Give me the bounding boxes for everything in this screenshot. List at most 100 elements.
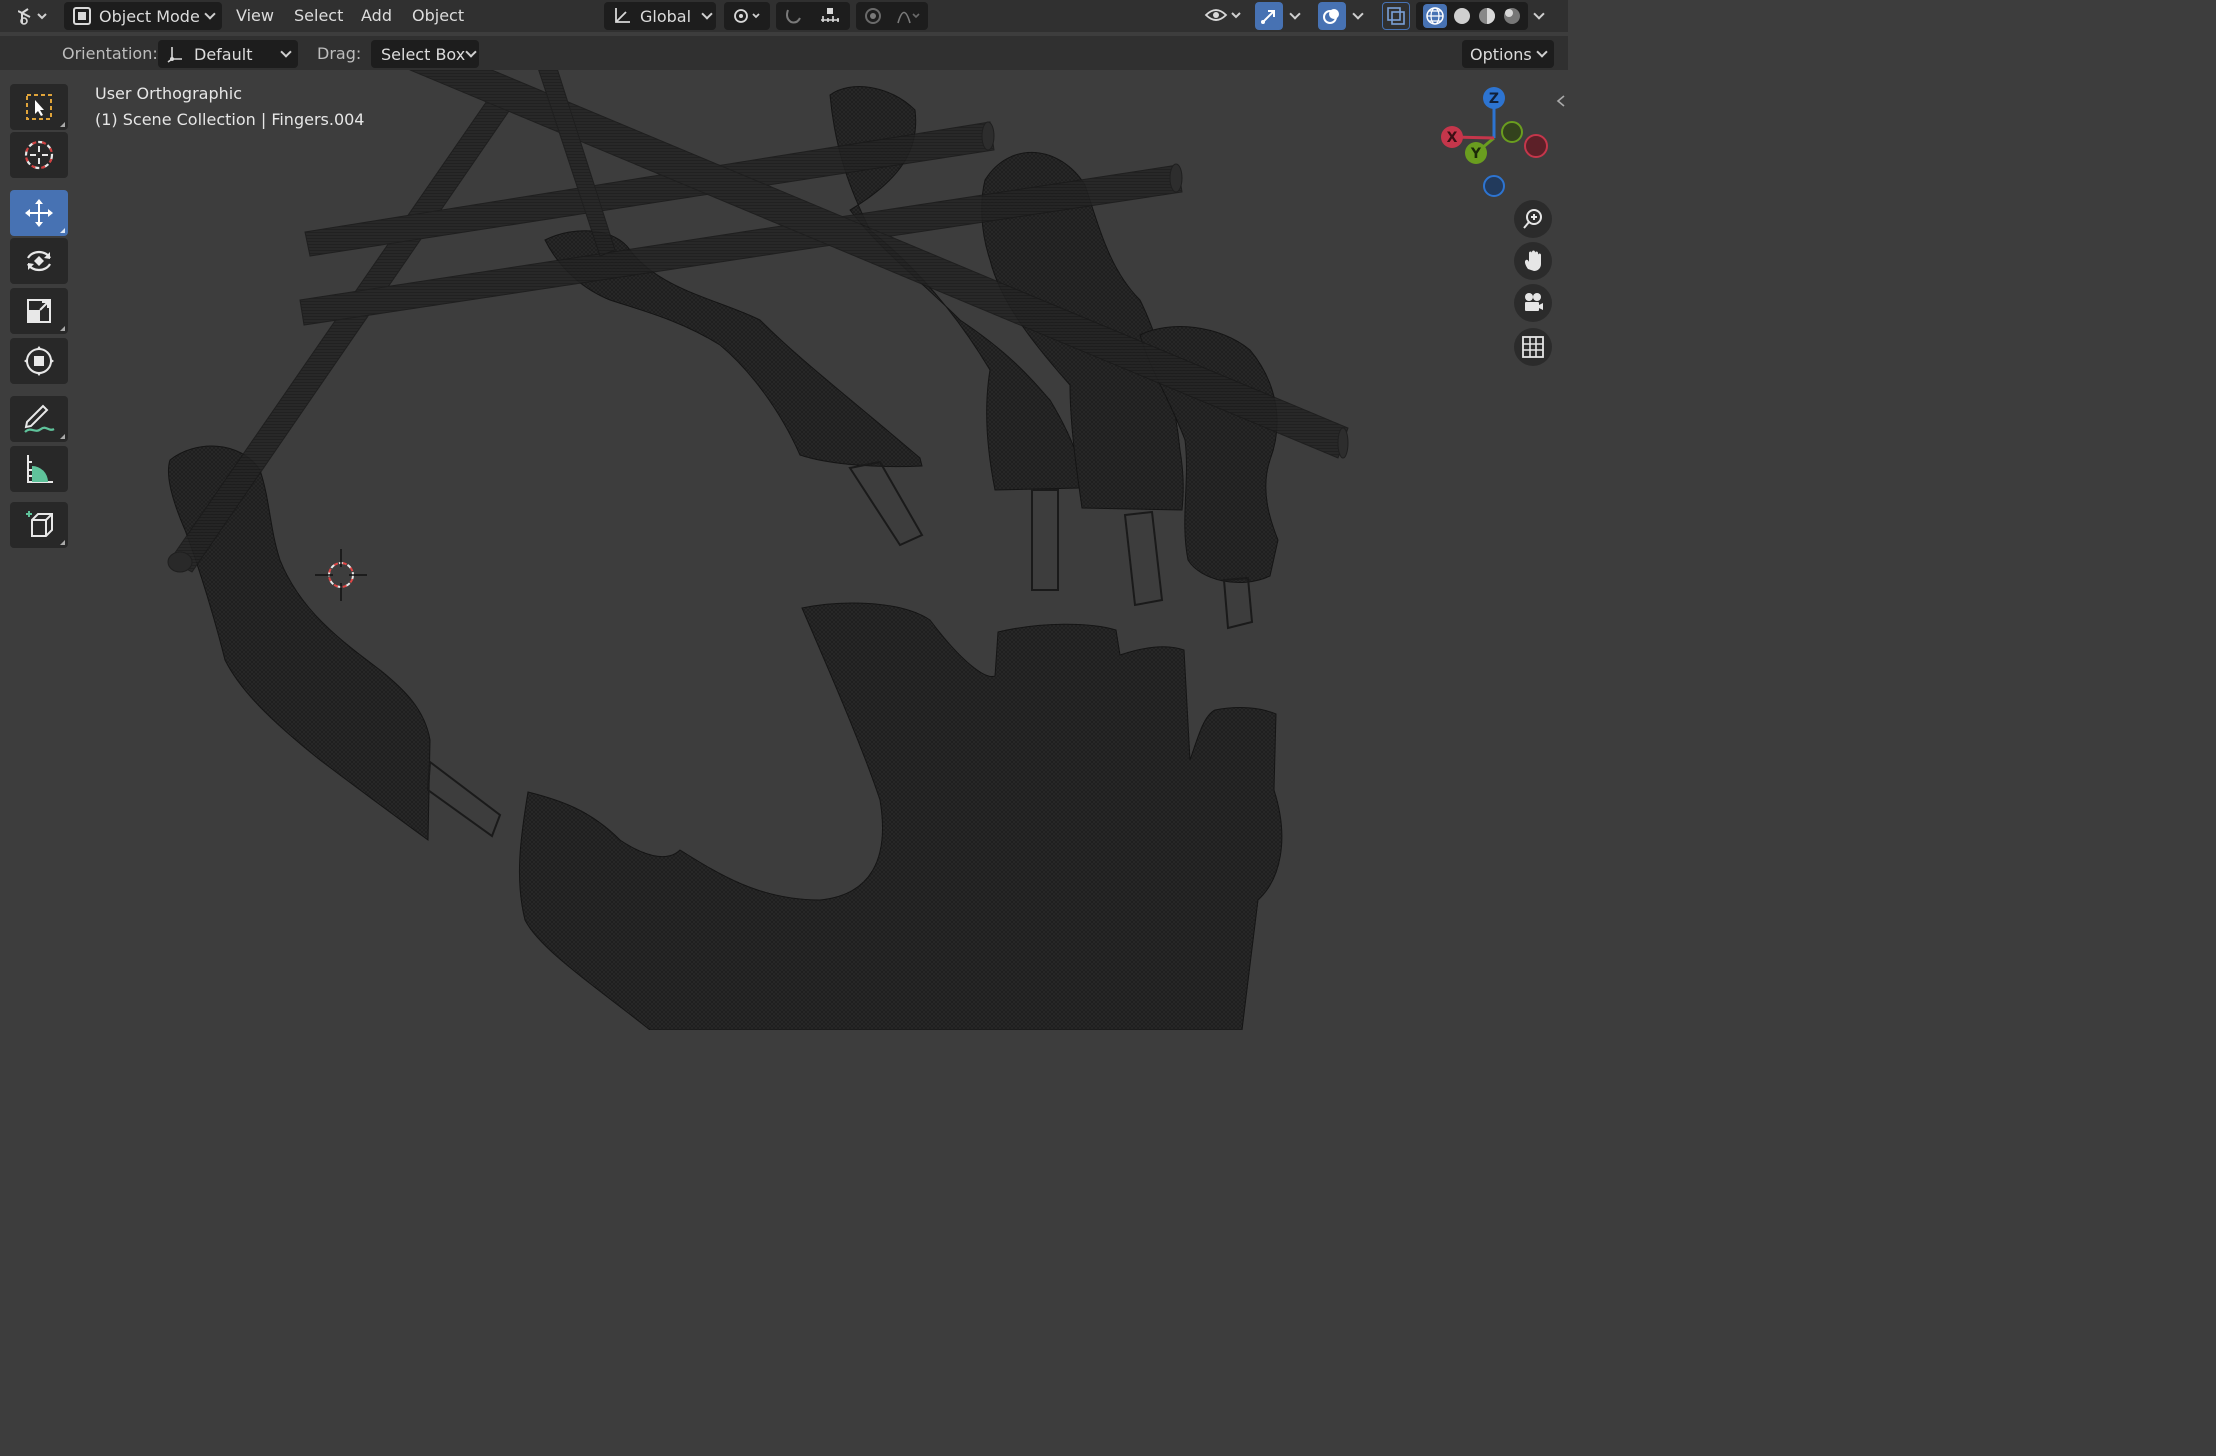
perspective-toggle-button[interactable] bbox=[1514, 328, 1552, 366]
xray-icon bbox=[1387, 7, 1405, 25]
snap-increment-icon bbox=[821, 8, 839, 22]
grid-icon bbox=[1522, 336, 1544, 358]
rotate-icon bbox=[27, 250, 51, 272]
menu-view[interactable]: View bbox=[236, 6, 274, 25]
finger-pinky-bone bbox=[1222, 576, 1254, 630]
scale-icon bbox=[27, 299, 51, 323]
viewport-header: Object Mode View Select Add Object Globa… bbox=[0, 0, 1568, 32]
overlay-toggle[interactable] bbox=[1318, 2, 1346, 30]
overlay-dropdown[interactable] bbox=[1346, 2, 1370, 30]
solid-shading-icon[interactable] bbox=[1452, 6, 1472, 26]
editor-type-icon bbox=[18, 8, 47, 25]
gizmo-icon bbox=[1261, 10, 1275, 24]
finger-index-bone bbox=[848, 460, 924, 547]
proportional-edit-icon bbox=[864, 8, 881, 24]
chevron-down-icon bbox=[465, 46, 477, 58]
neg-y-axis-handle bbox=[1501, 121, 1523, 143]
gizmo-toggle[interactable] bbox=[1255, 2, 1283, 30]
finger-middle-bone bbox=[1031, 489, 1059, 591]
mode-dropdown[interactable]: Object Mode bbox=[64, 2, 222, 30]
select-box-icon bbox=[26, 94, 52, 120]
cursor-icon bbox=[24, 140, 54, 170]
sidebar-toggle-icon[interactable] bbox=[1556, 94, 1566, 108]
measure-tool[interactable] bbox=[10, 446, 68, 492]
zoom-icon bbox=[1523, 209, 1542, 229]
camera-view-button[interactable] bbox=[1514, 284, 1552, 322]
orientation-dropdown[interactable]: Default bbox=[158, 40, 298, 68]
z-axis-handle: Z bbox=[1483, 87, 1505, 109]
orientation-axes-icon bbox=[615, 8, 630, 23]
xray-toggle[interactable] bbox=[1382, 2, 1410, 30]
chevron-down-icon bbox=[1533, 8, 1545, 20]
mode-label: Object Mode bbox=[99, 6, 200, 26]
chevron-down-icon bbox=[701, 8, 713, 20]
orientation-gizmo-icon bbox=[167, 47, 182, 63]
chevron-down-icon bbox=[1536, 46, 1548, 58]
add-cube-icon bbox=[26, 511, 53, 537]
pivot-icon bbox=[734, 9, 760, 23]
add-cube-tool[interactable] bbox=[10, 502, 68, 548]
neg-x-axis-handle bbox=[1524, 134, 1548, 158]
transform-icon bbox=[24, 346, 54, 376]
material-shading-icon[interactable] bbox=[1477, 6, 1497, 26]
falloff-curve-icon bbox=[896, 11, 920, 24]
camera-icon bbox=[1525, 293, 1543, 311]
rotate-tool[interactable] bbox=[10, 238, 68, 284]
gizmo-dropdown[interactable] bbox=[1283, 2, 1307, 30]
menu-add[interactable]: Add bbox=[361, 6, 392, 25]
pan-button[interactable] bbox=[1514, 242, 1552, 280]
measure-icon bbox=[27, 455, 53, 483]
transform-orientation-label: Global bbox=[640, 6, 692, 26]
svg-text:Z: Z bbox=[1489, 91, 1499, 107]
annotate-tool[interactable] bbox=[10, 396, 68, 442]
3d-viewport[interactable]: User Orthographic (1) Scene Collection |… bbox=[0, 70, 1568, 1030]
hand-icon bbox=[1524, 250, 1541, 271]
3d-cursor bbox=[315, 549, 367, 601]
wireframe-shading-icon bbox=[1425, 7, 1444, 25]
visibility-icon bbox=[1204, 9, 1241, 21]
options-dropdown[interactable]: Options bbox=[1462, 40, 1554, 68]
visibility-dropdown[interactable] bbox=[1202, 2, 1246, 30]
object-mode-icon bbox=[73, 7, 91, 25]
orientation-label: Orientation: bbox=[62, 44, 158, 63]
drag-label: Drag: bbox=[317, 44, 362, 63]
select-box-tool[interactable] bbox=[10, 84, 68, 130]
editor-type-button[interactable] bbox=[10, 2, 56, 30]
svg-text:Y: Y bbox=[1470, 146, 1482, 162]
svg-text:X: X bbox=[1447, 130, 1458, 146]
transform-orientation-dropdown[interactable]: Global bbox=[604, 2, 716, 30]
orientation-value: Default bbox=[194, 44, 253, 64]
pivot-point-dropdown[interactable] bbox=[724, 2, 770, 30]
finger-ring-bone bbox=[1123, 510, 1164, 607]
shading-mode-group[interactable] bbox=[1416, 2, 1528, 30]
magnet-icon bbox=[786, 9, 801, 24]
menu-select[interactable]: Select bbox=[294, 6, 343, 25]
drag-value: Select Box bbox=[381, 44, 466, 64]
options-label: Options bbox=[1470, 44, 1532, 64]
transform-tool[interactable] bbox=[10, 338, 68, 384]
wireframe-shading-button[interactable] bbox=[1422, 4, 1447, 28]
thumb-bone bbox=[426, 760, 502, 838]
move-tool[interactable] bbox=[10, 190, 68, 236]
snapping-group[interactable] bbox=[776, 2, 850, 30]
shading-dropdown[interactable] bbox=[1528, 2, 1550, 30]
drag-dropdown[interactable]: Select Box bbox=[371, 40, 479, 68]
move-icon bbox=[25, 199, 53, 227]
chevron-down-icon bbox=[204, 8, 216, 20]
chevron-down-icon bbox=[1352, 8, 1364, 20]
overlay-icon bbox=[1323, 9, 1339, 24]
chevron-down-icon bbox=[280, 46, 292, 58]
scale-tool[interactable] bbox=[10, 288, 68, 334]
navigation-gizmo[interactable]: Z X Y bbox=[1436, 86, 1556, 206]
viewport-scene bbox=[167, 70, 1349, 1030]
cursor-tool[interactable] bbox=[10, 132, 68, 178]
zoom-button[interactable] bbox=[1514, 200, 1552, 238]
hand-mesh bbox=[518, 602, 1283, 1030]
x-axis-handle: X bbox=[1441, 126, 1463, 148]
proportional-editing-group[interactable] bbox=[856, 2, 928, 30]
menu-object[interactable]: Object bbox=[412, 6, 464, 25]
view-name: User Orthographic bbox=[95, 84, 243, 103]
rendered-shading-icon[interactable] bbox=[1502, 6, 1522, 26]
annotate-icon bbox=[24, 404, 55, 433]
collection-info: (1) Scene Collection | Fingers.004 bbox=[95, 110, 365, 129]
